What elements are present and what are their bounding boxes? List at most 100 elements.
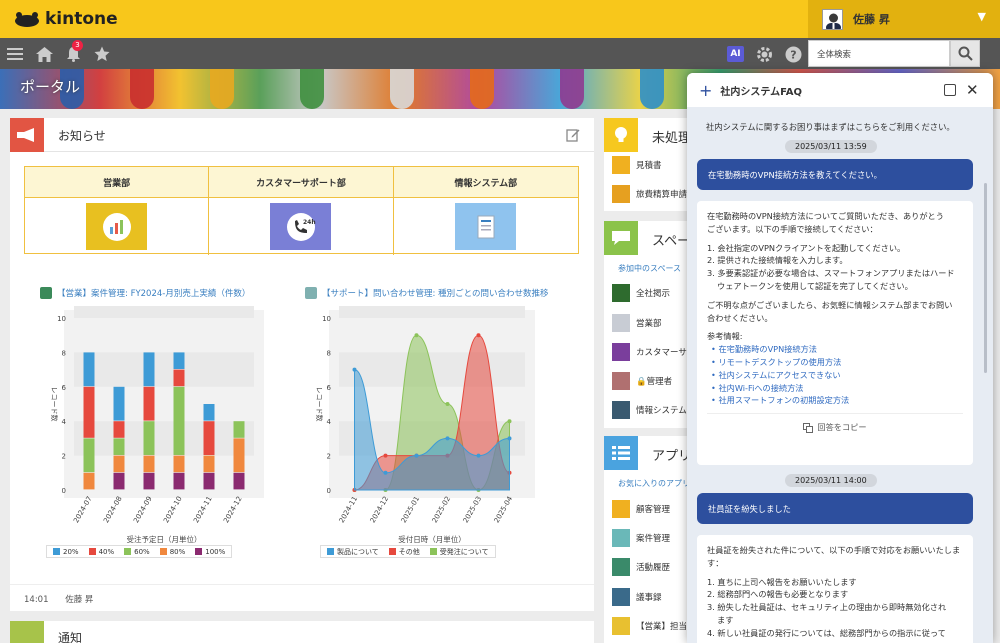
kintone-logo[interactable]: kintone: [14, 7, 118, 31]
legend-item[interactable]: 100%: [195, 548, 225, 556]
space-thumb: [612, 372, 630, 390]
chart-app-icon: [40, 287, 52, 299]
reference-link[interactable]: • 社内システムにアクセスできない: [711, 369, 963, 382]
app-item[interactable]: 顧客管理: [612, 500, 692, 518]
faq-scrollbar[interactable]: [984, 183, 987, 373]
x-tick-label: 2024-10: [162, 495, 184, 524]
y-axis-label: レコード数: [50, 387, 59, 422]
edit-icon[interactable]: [566, 127, 580, 142]
gear-icon[interactable]: [754, 44, 774, 64]
footer-time: 14:01: [24, 595, 49, 605]
search-icon[interactable]: [950, 40, 980, 67]
chart-app-icon: [305, 287, 317, 299]
dept-cell-sales: [25, 198, 210, 255]
space-item-label: 全社掲示: [636, 289, 671, 299]
y-tick-label: 10: [57, 315, 66, 323]
document-icon[interactable]: [455, 203, 517, 250]
space-item[interactable]: 営業部: [612, 314, 692, 332]
support-chart-title[interactable]: 【サポート】問い合わせ管理: 種別ごとの問い合わせ数推移: [305, 287, 548, 299]
space-item[interactable]: 🔒管理者: [612, 372, 692, 390]
faq-header: + 社内システムFAQ ✕: [687, 73, 993, 107]
x-tick-label: 2024-12: [369, 495, 391, 524]
data-point: [383, 470, 388, 475]
apps-subtitle[interactable]: お気に入りのアプリ: [618, 478, 690, 489]
bar-segment: [143, 421, 155, 455]
legend-item[interactable]: その他: [388, 547, 420, 557]
y-axis-label: レコード数: [315, 387, 324, 422]
app-item[interactable]: 議事録: [612, 588, 692, 606]
y-tick-label: 2: [327, 453, 331, 461]
legend-item[interactable]: 20%: [53, 548, 79, 556]
kintone-portal: kintone 佐藤 昇 ▼ 3 AI ? 全体検索 ポータル お知らせ 営業部…: [0, 0, 1000, 643]
data-point: [414, 333, 419, 338]
home-icon[interactable]: [34, 44, 54, 64]
cat-logo-icon: [15, 12, 39, 27]
app-thumb: [612, 588, 630, 606]
grid-band: [339, 306, 525, 318]
bar-segment: [83, 472, 95, 490]
bar-segment: [173, 369, 185, 387]
app-item-label: 活動履歴: [636, 563, 671, 573]
space-item[interactable]: 全社掲示: [612, 284, 692, 302]
reference-link[interactable]: • リモートデスクトップの使用方法: [711, 356, 963, 369]
legend-label: 40%: [98, 547, 115, 556]
space-item-label: カスタマーサポート: [636, 348, 692, 358]
bar-segment: [113, 455, 125, 473]
data-point: [445, 436, 450, 441]
banner-pencil: [210, 69, 234, 109]
legend-label: 60%: [134, 547, 150, 556]
reference-link[interactable]: • 社用スマートフォンの初期設定方法: [711, 394, 963, 407]
x-tick-label: 2025-03: [462, 495, 484, 524]
dept-cell-it: [394, 198, 578, 255]
legend-item[interactable]: 製品について: [327, 547, 379, 557]
spaces-subtitle[interactable]: 参加中のスペース: [618, 263, 681, 274]
bar-segment: [113, 472, 125, 490]
help-icon[interactable]: ?: [783, 44, 803, 64]
app-item-label: 顧客管理: [636, 505, 671, 515]
legend-item[interactable]: 80%: [159, 548, 185, 556]
menu-icon[interactable]: [5, 44, 25, 64]
notification-panel: [10, 621, 594, 643]
app-item[interactable]: 【営業】担当: [612, 617, 692, 635]
star-icon[interactable]: [92, 44, 112, 64]
sales-chart-legend: 20% 40% 60% 80% 100%: [46, 545, 233, 558]
app-item[interactable]: 案件管理: [612, 529, 692, 547]
bar-segment: [203, 421, 215, 455]
phone-24h-icon[interactable]: 24h: [270, 203, 332, 250]
app-item[interactable]: 活動履歴: [612, 558, 692, 576]
copy-answer-button[interactable]: 回答をコピー: [707, 413, 963, 434]
global-search-input[interactable]: 全体検索: [808, 40, 950, 67]
reference-link[interactable]: • 在宅勤務時のVPN接続方法: [711, 343, 963, 356]
close-icon[interactable]: ✕: [966, 81, 979, 99]
legend-item[interactable]: 受発注について: [429, 547, 489, 557]
faq-intro: 社内システムに関するお困り事はまずはこちらをご利用ください。: [706, 122, 955, 132]
banner-pencil: [470, 69, 494, 109]
new-chat-plus-icon[interactable]: +: [699, 81, 712, 100]
y-tick-label: 8: [327, 349, 331, 357]
answer-text: 在宅勤務時のVPN接続方法についてご質問いただき、ありがとう: [707, 211, 944, 221]
data-point: [507, 436, 512, 441]
reference-link[interactable]: • 社内Wi-Fiへの接続方法: [711, 382, 963, 395]
chevron-down-icon[interactable]: ▼: [978, 10, 986, 23]
legend-item[interactable]: 60%: [124, 548, 150, 556]
legend-item[interactable]: 40%: [88, 547, 115, 556]
legend-label: 製品について: [337, 547, 379, 556]
copy-icon: [803, 422, 814, 433]
chart-icon[interactable]: [86, 203, 148, 250]
bar-segment: [233, 421, 245, 438]
data-point: [383, 453, 388, 458]
expand-icon[interactable]: [944, 84, 956, 96]
answer-card: 在宅勤務時のVPN接続方法についてご質問いただき、ありがとう ございます。以下の…: [697, 201, 973, 465]
space-item[interactable]: 情報システム: [612, 401, 692, 419]
ai-button[interactable]: AI: [727, 46, 744, 62]
bar-segment: [173, 472, 185, 490]
dept-header-sales: 営業部: [25, 167, 210, 198]
unprocessed-item[interactable]: 見積書: [612, 156, 692, 174]
answer-step: 1. 会社指定のVPNクライアントを起動してください。: [707, 242, 906, 253]
sales-chart-title[interactable]: 【営業】案件管理: FY2024-月別売上実績（件数）: [40, 287, 250, 299]
bar-segment: [113, 386, 125, 421]
unprocessed-item-label: 見積書: [636, 161, 662, 171]
user-menu[interactable]: 佐藤 昇 ▼: [808, 0, 1000, 38]
space-item[interactable]: カスタマーサポート: [612, 343, 692, 361]
unprocessed-item[interactable]: 旅費精算申請: [612, 185, 692, 203]
